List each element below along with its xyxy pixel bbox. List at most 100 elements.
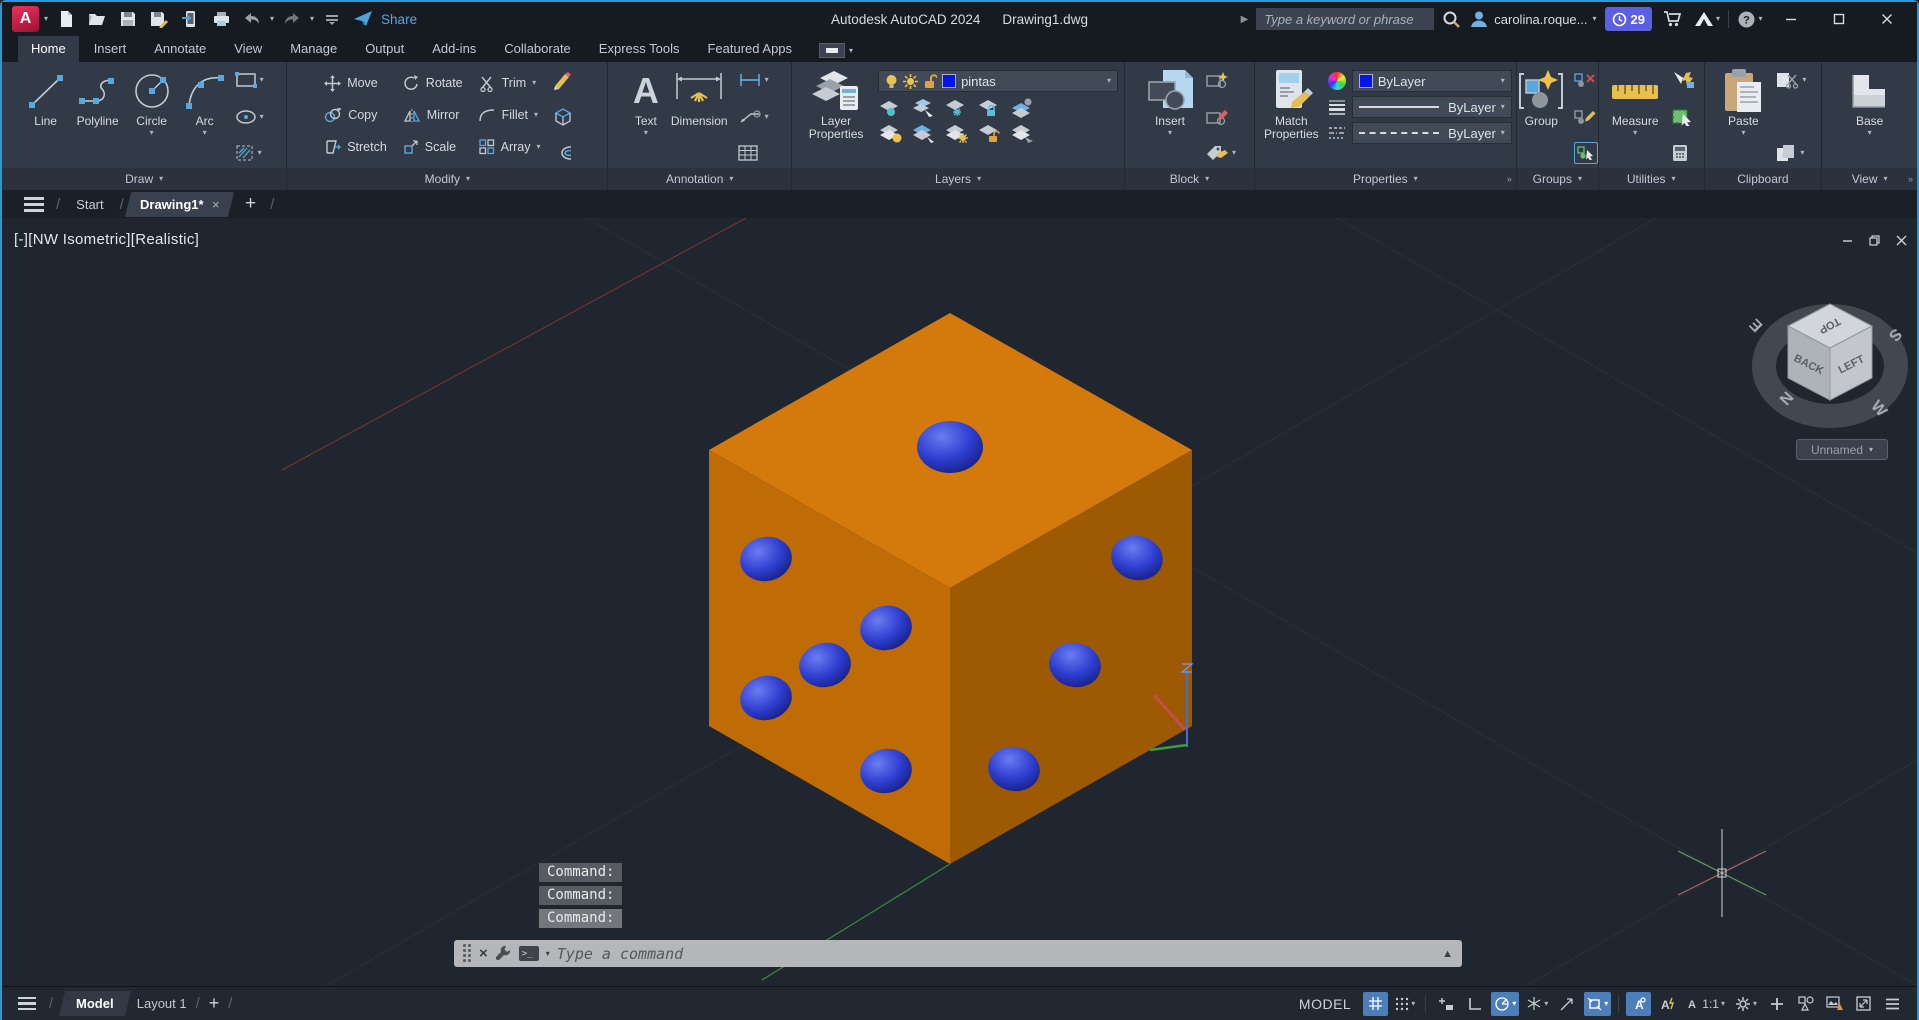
quick-select-button[interactable] [1671,69,1695,91]
tab-addins[interactable]: Add-ins [419,36,489,62]
polar-tracking-toggle[interactable]: ▾ [1491,991,1520,1016]
panel-footer-block[interactable]: Block ▾ [1125,168,1254,190]
fillet-button[interactable]: Fillet ▾ [478,102,541,128]
user-account-button[interactable]: carolina.roque... ▾ [1469,9,1597,29]
command-bar-close-icon[interactable]: × [479,945,488,962]
search-input[interactable] [1264,11,1427,27]
compass-east[interactable]: E [1747,315,1767,335]
panel-footer-groups[interactable]: Groups ▾ [1516,168,1598,190]
viewport-controls-label[interactable]: [-][NW Isometric][Realistic] [14,231,199,248]
help-button[interactable]: ? ▾ [1737,6,1763,32]
named-view-button[interactable]: Unnamed ▾ [1796,439,1888,460]
tab-view[interactable]: View [221,36,275,62]
open-from-web-button[interactable] [177,6,203,32]
graphics-performance-button[interactable] [1822,992,1847,1016]
trial-countdown-badge[interactable]: 29 [1604,7,1652,31]
view-panel-expander-icon[interactable]: » [1908,174,1913,184]
isodraft-toggle[interactable]: ▾ [1523,992,1551,1016]
command-input[interactable] [556,944,1436,963]
search-icon[interactable] [1442,10,1461,29]
insert-button[interactable]: Insert ▾ [1141,65,1199,168]
tab-featured-apps[interactable]: Featured Apps [694,36,805,62]
layer-thaw-all-button[interactable] [944,124,970,144]
annotation-autoscale-toggle[interactable]: A [1655,992,1680,1016]
model-viewport[interactable]: N W S E TOP BACK LEFT [-][NW Isometric][… [2,218,1919,986]
polyline-button[interactable]: Polyline [73,65,123,168]
panel-footer-view[interactable]: View ▾» [1822,168,1917,190]
tab-insert[interactable]: Insert [81,36,140,62]
properties-dialog-launcher-icon[interactable]: » [1507,174,1512,184]
command-prompt-caret-icon[interactable]: ▾ [546,949,550,958]
linetype-icon[interactable] [1328,126,1346,140]
trim-button[interactable]: Trim ▾ [479,70,541,96]
line-button[interactable]: Line [23,65,69,168]
erase-button[interactable] [551,69,573,91]
die-3d-object[interactable] [709,313,1192,864]
customization-plus-button[interactable] [1764,992,1789,1016]
share-icon[interactable] [350,6,376,32]
ellipse-tool-button[interactable]: ▾ [235,106,264,128]
maximize-button[interactable] [1819,5,1859,33]
panel-footer-annotation[interactable]: Annotation ▾ [608,168,791,190]
file-tab-drawing1[interactable]: Drawing1* × [124,191,235,217]
share-label[interactable]: Share [381,12,417,27]
isolate-objects-button[interactable] [1793,992,1818,1016]
copy-button[interactable]: Copy [324,102,387,128]
command-history-toggle-icon[interactable]: ▲ [1442,948,1453,960]
open-file-button[interactable] [84,6,110,32]
panel-footer-modify[interactable]: Modify ▾ [287,168,608,190]
annotation-scale-button[interactable]: A 1:1 ▾ [1684,992,1728,1016]
ortho-mode-toggle[interactable] [1462,992,1487,1016]
layer-make-current-button[interactable] [878,124,904,144]
dynamic-input-toggle[interactable] [1433,992,1458,1016]
layer-unlock-all-button[interactable] [977,124,1003,144]
group-edit-button[interactable] [1574,106,1598,128]
command-tools-icon[interactable] [495,945,512,962]
tab-annotate[interactable]: Annotate [141,36,219,62]
app-menu-caret-icon[interactable]: ▾ [44,15,48,23]
file-tab-menu-button[interactable] [16,196,52,212]
object-snap-toggle[interactable]: ▾ [1584,991,1612,1016]
ribbon-display-caret-icon[interactable]: ▾ [849,46,853,55]
ungroup-button[interactable] [1574,69,1598,91]
quick-calculator-button[interactable] [1671,142,1695,164]
offset-button[interactable] [551,142,573,164]
group-button[interactable]: Group [1514,65,1568,168]
minimize-button[interactable] [1771,5,1811,33]
layer-freeze-button[interactable] [944,98,970,118]
layer-state-button[interactable] [1010,124,1036,144]
undo-button[interactable] [239,6,265,32]
clean-screen-toggle[interactable] [1851,992,1876,1016]
layout1-tab[interactable]: Layout 1 [137,996,187,1011]
customization-menu-button[interactable] [1880,992,1905,1016]
panel-footer-utilities[interactable]: Utilities ▾ [1598,168,1704,190]
copy-clip-button[interactable]: ▾ [1775,142,1806,164]
dimension-button[interactable]: Dimension [667,65,732,168]
customize-qat-button[interactable] [319,6,345,32]
scale-button[interactable]: Scale [403,134,463,160]
layer-properties-button[interactable]: Layer Properties [798,65,874,168]
match-properties-button[interactable]: Match Properties [1259,65,1324,168]
arc-button[interactable]: Arc ▾ [181,65,229,168]
plot-button[interactable] [208,6,234,32]
define-attributes-button[interactable]: ▾ [1205,142,1236,164]
layer-match-button[interactable] [1010,98,1036,118]
tab-express-tools[interactable]: Express Tools [586,36,693,62]
group-selection-toggle[interactable] [1574,142,1599,164]
search-collapse-icon[interactable]: ▶ [1241,14,1249,25]
layout-menu-button[interactable] [14,996,40,1011]
circle-button[interactable]: Circle ▾ [127,65,177,168]
redo-button[interactable] [279,6,305,32]
leader-button[interactable]: ▾ [738,106,769,128]
text-button[interactable]: A Text ▾ [629,65,663,168]
model-tab[interactable]: Model [59,991,131,1016]
cart-icon[interactable] [1660,6,1686,32]
base-button[interactable]: Base ▾ [1843,65,1897,168]
tab-manage[interactable]: Manage [277,36,350,62]
grid-display-toggle[interactable] [1363,991,1389,1016]
table-button[interactable] [737,142,769,164]
viewport-minimize-icon[interactable] [1842,235,1853,246]
tab-collaborate[interactable]: Collaborate [491,36,584,62]
autodesk-logo-icon[interactable]: ▾ [1694,6,1720,32]
panel-footer-draw[interactable]: Draw ▾ [2,168,287,190]
